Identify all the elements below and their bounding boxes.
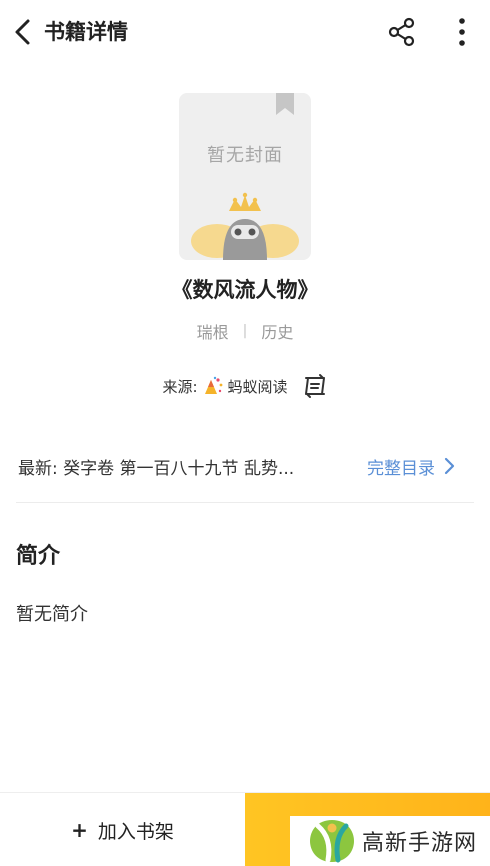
- top-bar: 书籍详情: [0, 0, 490, 64]
- chevron-right-icon: [443, 457, 455, 475]
- book-title: 《数风流人物》: [171, 278, 319, 302]
- bookmark-icon: [276, 93, 294, 115]
- page-title: 书籍详情: [44, 20, 128, 44]
- switch-source-icon: [304, 374, 325, 398]
- plus-icon: +: [71, 818, 88, 842]
- author-name[interactable]: 瑞根: [197, 319, 229, 343]
- more-button[interactable]: [444, 14, 480, 50]
- watermark-logo-icon: [308, 818, 356, 864]
- category-name[interactable]: 历史: [261, 319, 293, 343]
- cover-placeholder-text: 暂无封面: [207, 145, 283, 166]
- add-to-shelf-label: 加入书架: [97, 820, 174, 843]
- back-button[interactable]: [8, 14, 38, 50]
- intro-heading: 简介: [16, 544, 61, 569]
- source-name: 蚂蚁阅读: [227, 377, 288, 396]
- site-watermark: 高新手游网: [290, 816, 490, 866]
- latest-chapter-text[interactable]: 最新: 癸字卷 第一百八十九节 乱势...: [18, 454, 328, 479]
- share-icon: [388, 17, 415, 47]
- more-vertical-icon: [459, 18, 465, 46]
- ant-reader-logo-icon: [202, 376, 224, 396]
- watermark-text: 高新手游网: [362, 831, 478, 856]
- back-arrow-icon: [15, 19, 30, 45]
- add-to-shelf-button[interactable]: + 加入书架: [0, 793, 245, 866]
- full-catalog-link[interactable]: 完整目录: [367, 448, 455, 484]
- book-meta: 瑞根 | 历史: [0, 319, 490, 343]
- intro-text: 暂无简介: [16, 604, 88, 625]
- source-label: 来源:: [162, 377, 198, 396]
- share-button[interactable]: [384, 14, 420, 50]
- divider: [16, 502, 474, 503]
- meta-separator: |: [242, 323, 248, 339]
- switch-source-button[interactable]: [302, 373, 328, 399]
- source-row: 来源: 蚂蚁阅读: [0, 373, 490, 399]
- book-cover[interactable]: 暂无封面: [179, 93, 311, 260]
- ant-mascot-icon: [191, 192, 299, 260]
- full-catalog-label: 完整目录: [367, 458, 435, 479]
- latest-chapter-row[interactable]: 最新: 癸字卷 第一百八十九节 乱势... 完整目录: [18, 448, 476, 484]
